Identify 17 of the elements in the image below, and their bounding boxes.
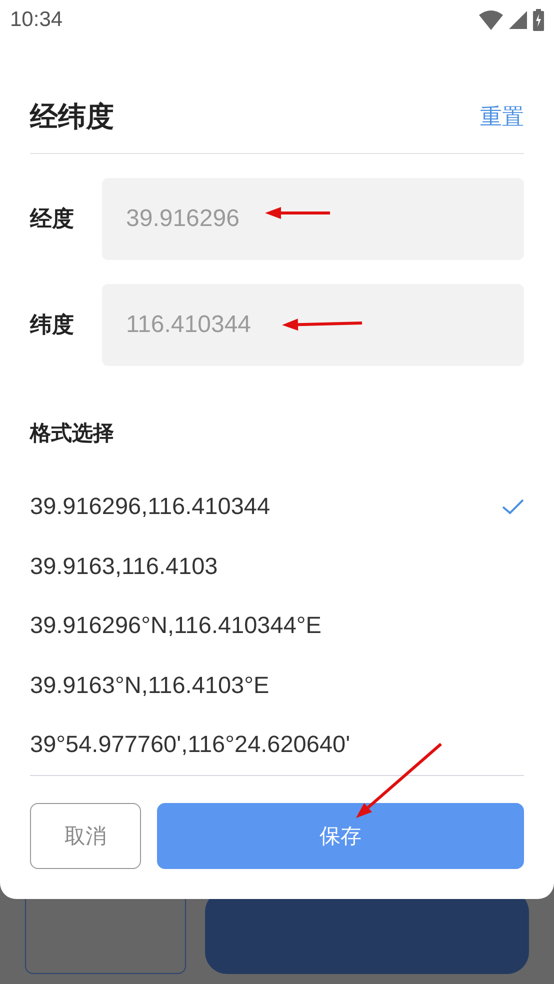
section-heading: 格式选择	[30, 421, 115, 447]
field-label: 纬度	[30, 311, 75, 339]
format-option[interactable]: 39.916296,116.410344	[30, 493, 270, 520]
dialog-title: 经纬度	[30, 100, 114, 134]
field-label: 经度	[30, 205, 75, 233]
clock-time: 10:34	[10, 8, 63, 32]
format-option[interactable]: 39.9163°N,116.4103°E	[30, 672, 270, 699]
annotation-arrow	[265, 207, 330, 219]
format-option[interactable]: 39.916296°N,116.410344°E	[30, 612, 322, 640]
signal-icon	[509, 11, 527, 29]
cancel-button[interactable]: 取消	[30, 802, 141, 868]
wifi-icon	[479, 10, 503, 30]
format-option[interactable]: 39.9163,116.4103	[30, 552, 218, 580]
input-field[interactable]: 39.916296	[102, 178, 524, 260]
format-option[interactable]: 39°54.977760',116°24.620640'	[30, 731, 350, 758]
battery-charging-icon	[533, 9, 544, 31]
input-field[interactable]: 116.410344	[102, 284, 524, 366]
